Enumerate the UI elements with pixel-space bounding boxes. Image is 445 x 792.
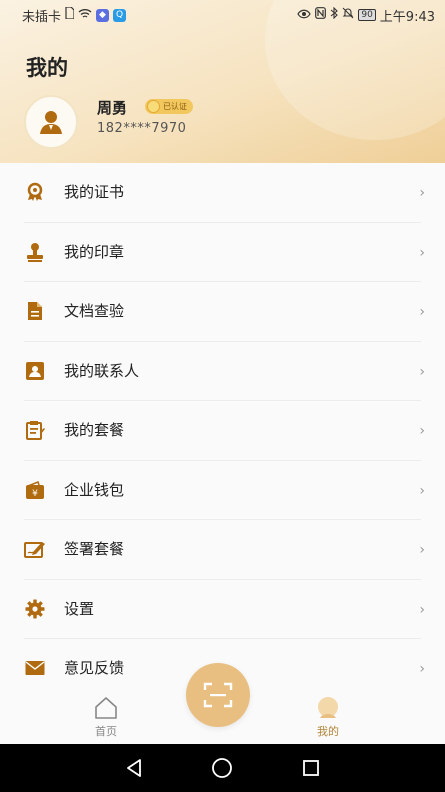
status-bar: 未插卡 ◆ Q 90 上午9:43 — [0, 0, 445, 30]
system-nav-bar — [0, 744, 445, 792]
user-tab-icon — [318, 697, 338, 718]
chevron-right-icon: › — [419, 185, 425, 201]
menu-item-label: 企业钱包 — [64, 480, 125, 499]
tab-mine-label: 我的 — [317, 725, 339, 738]
search-app-icon: Q — [113, 8, 127, 22]
back-icon[interactable] — [122, 756, 146, 780]
menu-item-label: 我的套餐 — [64, 421, 125, 439]
menu-item-sign-package[interactable]: 签署套餐 › — [0, 520, 445, 580]
clock: 上午9:43 — [379, 9, 435, 25]
menu-item-contacts[interactable]: 我的联系人 › — [0, 342, 445, 401]
bluetooth-icon — [330, 6, 339, 23]
coin-icon — [147, 100, 160, 113]
chevron-right-icon: › — [419, 482, 425, 499]
status-right: 90 上午9:43 — [297, 6, 435, 25]
chevron-right-icon: › — [419, 542, 425, 558]
menu-item-label: 我的证书 — [64, 183, 125, 201]
verified-badge: 已认证 — [145, 99, 193, 114]
chevron-right-icon: › — [419, 423, 425, 439]
tab-home[interactable]: 首页 — [76, 696, 136, 739]
eye-icon — [297, 8, 312, 23]
user-icon — [40, 111, 62, 134]
sign-package-icon — [24, 538, 46, 560]
mute-bell-icon — [342, 7, 354, 23]
tab-home-label: 首页 — [95, 725, 117, 738]
menu-item-label: 设置 — [64, 599, 95, 618]
menu-list: 我的证书 › 我的印章 › 文档查验 › 我的联系人 › 我的套餐 › ¥ 企业… — [0, 163, 445, 699]
menu-item-package[interactable]: 我的套餐 › — [0, 401, 445, 461]
home-circle-icon[interactable] — [210, 756, 234, 780]
scan-icon — [203, 682, 233, 708]
menu-item-label: 我的印章 — [64, 242, 125, 261]
contacts-icon — [24, 360, 46, 382]
wifi-icon — [78, 8, 92, 23]
user-name: 周勇 — [97, 99, 128, 117]
status-left: 未插卡 ◆ Q — [22, 6, 127, 25]
menu-item-label: 文档查验 — [64, 302, 125, 320]
chevron-right-icon: › — [419, 661, 425, 677]
avatar[interactable] — [24, 95, 78, 149]
chevron-right-icon: › — [419, 363, 425, 380]
verified-badge-label: 已认证 — [163, 102, 187, 111]
menu-item-settings[interactable]: 设置 › — [0, 580, 445, 639]
menu-item-label: 我的联系人 — [64, 361, 140, 380]
document-icon — [24, 300, 46, 322]
user-phone: 182****7970 — [97, 121, 187, 136]
menu-item-stamp[interactable]: 我的印章 › — [0, 223, 445, 282]
menu-item-label: 意见反馈 — [64, 659, 125, 677]
menu-item-wallet[interactable]: ¥ 企业钱包 › — [0, 461, 445, 520]
package-icon — [24, 419, 46, 441]
menu-item-certificate[interactable]: 我的证书 › — [0, 163, 445, 223]
mail-icon — [24, 657, 46, 679]
menu-item-label: 签署套餐 — [64, 540, 125, 558]
certificate-icon — [24, 181, 46, 203]
stamp-icon — [24, 241, 46, 263]
gear-icon — [24, 598, 46, 620]
carrier-text: 未插卡 — [22, 9, 62, 25]
recent-apps-icon[interactable] — [299, 756, 323, 780]
menu-item-document-check[interactable]: 文档查验 › — [0, 282, 445, 342]
nfc-icon — [315, 7, 327, 23]
sim-icon — [65, 6, 75, 23]
chevron-right-icon: › — [419, 601, 425, 618]
page-title: 我的 — [26, 56, 68, 80]
scan-button[interactable] — [186, 663, 250, 727]
chevron-right-icon: › — [419, 244, 425, 261]
svg-text:¥: ¥ — [32, 489, 38, 499]
wallet-icon: ¥ — [24, 479, 46, 501]
chevron-right-icon: › — [419, 304, 425, 320]
tab-mine[interactable]: 我的 — [298, 696, 358, 739]
app-notification-icon: ◆ — [96, 8, 110, 22]
battery-indicator: 90 — [358, 9, 376, 21]
home-icon — [95, 697, 117, 719]
